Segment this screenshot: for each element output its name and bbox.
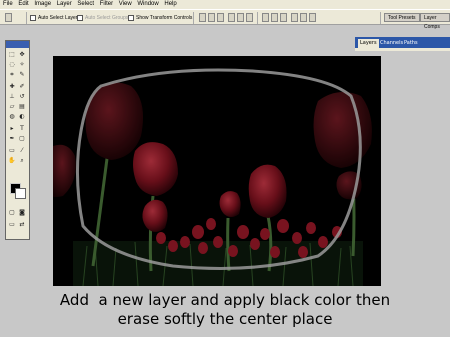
- auto-select-groups-label: Auto Select Groups: [85, 15, 129, 21]
- menu-image[interactable]: Image: [34, 0, 51, 9]
- align-right-icon[interactable]: [246, 13, 253, 22]
- background-color-swatch[interactable]: [15, 188, 26, 199]
- divider: [380, 12, 381, 24]
- tab-paths[interactable]: Paths: [402, 39, 420, 48]
- clone-stamp-icon[interactable]: ⊥: [8, 93, 16, 101]
- align-top-icon[interactable]: [199, 13, 206, 22]
- auto-select-layer-label: Auto Select Layer: [38, 15, 78, 21]
- align-vcenter-icon[interactable]: [208, 13, 215, 22]
- jump-to-imageready-icon[interactable]: ⇄: [18, 221, 26, 229]
- auto-select-layer-option[interactable]: Auto Select Layer: [30, 14, 77, 22]
- eraser-tool-icon[interactable]: ▱: [8, 103, 16, 111]
- lasso-tool-icon[interactable]: ◌: [8, 61, 16, 69]
- distribute-hcenter-icon[interactable]: [300, 13, 307, 22]
- history-brush-icon[interactable]: ↺: [18, 93, 26, 101]
- divider: [26, 12, 27, 24]
- auto-select-groups-option[interactable]: Auto Select Groups: [77, 14, 128, 22]
- distribute-bottom-icon[interactable]: [280, 13, 287, 22]
- align-hcenter-icon[interactable]: [237, 13, 244, 22]
- tulip-photo: [53, 56, 381, 286]
- layer-comps-tab[interactable]: Layer Comps: [420, 13, 450, 30]
- tool-presets-tab[interactable]: Tool Presets: [384, 13, 420, 22]
- layers-panel: Layers Channels Paths: [355, 37, 450, 48]
- crop-tool-icon[interactable]: ⌗: [8, 71, 16, 79]
- menu-window[interactable]: Window: [137, 0, 158, 9]
- menu-view[interactable]: View: [119, 0, 132, 9]
- auto-select-layer-checkbox[interactable]: [30, 14, 36, 21]
- show-transform-controls-checkbox[interactable]: [128, 14, 134, 21]
- menu-edit[interactable]: Edit: [18, 0, 28, 9]
- toolbox-header[interactable]: [6, 41, 29, 48]
- options-bar: Auto Select Layer Auto Select Groups Sho…: [0, 9, 450, 30]
- marquee-tool-icon[interactable]: ⬚: [8, 51, 16, 59]
- pen-tool-icon[interactable]: ✒: [8, 135, 16, 143]
- show-transform-controls-label: Show Transform Controls: [136, 15, 193, 21]
- menu-help[interactable]: Help: [164, 0, 176, 9]
- caption-line-1: Add a new layer and apply black color th…: [59, 291, 391, 309]
- type-tool-icon[interactable]: T: [18, 125, 26, 133]
- hand-tool-icon[interactable]: ✋: [8, 157, 16, 165]
- tutorial-caption: Add a new layer and apply black color th…: [0, 291, 450, 329]
- healing-brush-icon[interactable]: ✚: [8, 83, 16, 91]
- move-tool-icon[interactable]: [5, 13, 12, 22]
- standard-mode-icon[interactable]: ▢: [8, 209, 16, 217]
- screen-mode-icon[interactable]: ▭: [8, 221, 16, 229]
- menu-file[interactable]: File: [3, 0, 13, 9]
- menu-bar: File Edit Image Layer Select Filter View…: [0, 0, 450, 9]
- distribute-right-icon[interactable]: [309, 13, 316, 22]
- blur-tool-icon[interactable]: ◍: [8, 113, 16, 121]
- toolbox: ⬚ ✥ ◌ ✧ ⌗ ✎ ✚ ✐ ⊥ ↺ ▱ ▤ ◍ ◐ ▸ T ✒ ▢ ▭ ⁄ …: [5, 40, 30, 240]
- shape-tool-icon[interactable]: ▢: [18, 135, 26, 143]
- distribute-left-icon[interactable]: [291, 13, 298, 22]
- align-left-icon[interactable]: [228, 13, 235, 22]
- distribute-top-icon[interactable]: [262, 13, 269, 22]
- magic-wand-tool-icon[interactable]: ✧: [18, 61, 26, 69]
- brush-tool-icon[interactable]: ✐: [18, 83, 26, 91]
- align-bottom-icon[interactable]: [217, 13, 224, 22]
- zoom-tool-icon[interactable]: ⌕: [18, 157, 26, 165]
- quick-mask-icon[interactable]: ◙: [18, 209, 26, 217]
- divider: [257, 12, 258, 24]
- layers-panel-body: [355, 48, 450, 51]
- dodge-tool-icon[interactable]: ◐: [18, 113, 26, 121]
- menu-select[interactable]: Select: [77, 0, 94, 9]
- tab-layers[interactable]: Layers: [358, 39, 379, 48]
- slice-tool-icon[interactable]: ✎: [18, 71, 26, 79]
- move-tool-icon[interactable]: ✥: [18, 51, 26, 59]
- path-select-icon[interactable]: ▸: [8, 125, 16, 133]
- menu-filter[interactable]: Filter: [100, 0, 113, 9]
- menu-layer[interactable]: Layer: [57, 0, 72, 9]
- document-canvas[interactable]: [53, 56, 381, 286]
- show-transform-controls-option[interactable]: Show Transform Controls: [128, 14, 192, 22]
- caption-line-2: erase softly the center place: [117, 310, 333, 328]
- notes-tool-icon[interactable]: ▭: [8, 147, 16, 155]
- divider: [193, 12, 194, 24]
- auto-select-groups-checkbox[interactable]: [77, 14, 83, 21]
- gradient-tool-icon[interactable]: ▤: [18, 103, 26, 111]
- distribute-vcenter-icon[interactable]: [271, 13, 278, 22]
- eyedropper-tool-icon[interactable]: ⁄: [18, 147, 26, 155]
